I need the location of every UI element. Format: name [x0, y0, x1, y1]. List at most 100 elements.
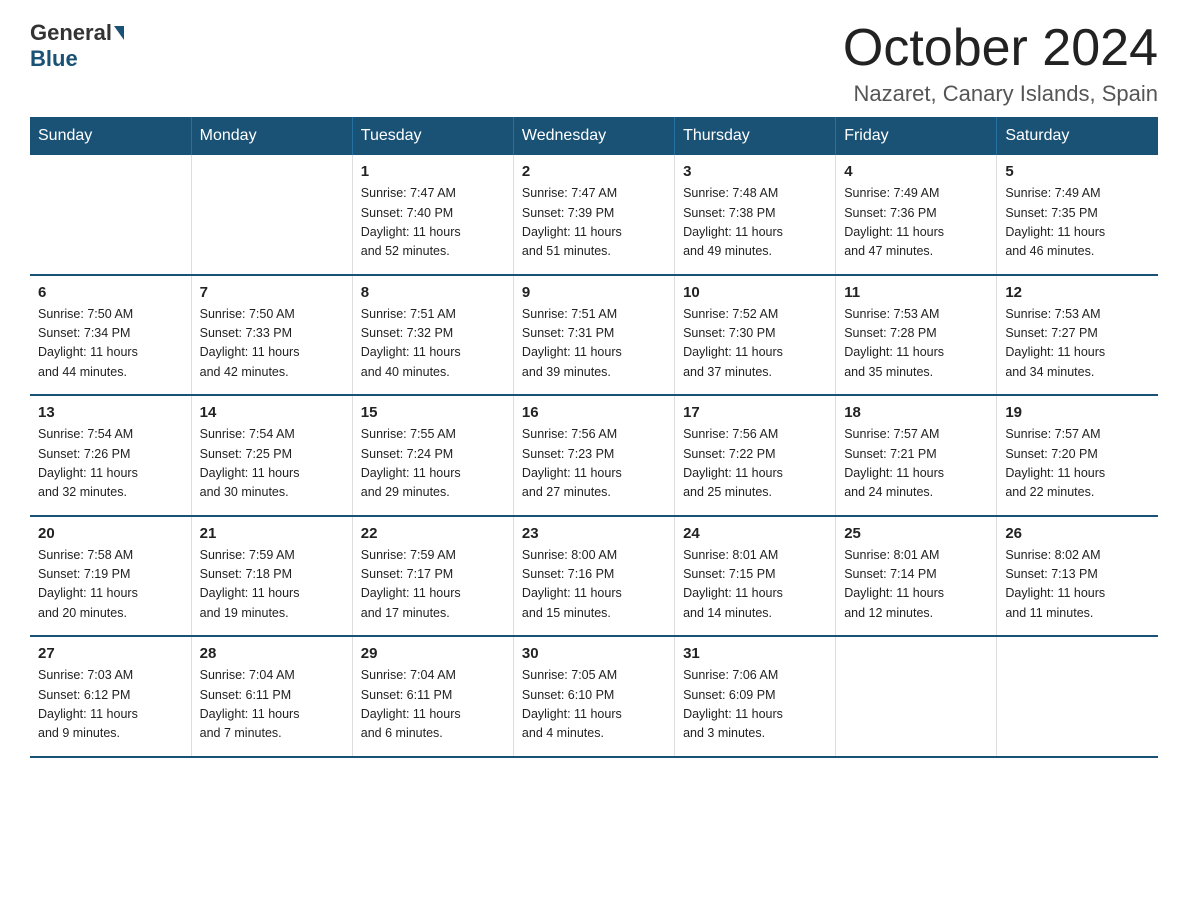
logo-blue-text: Blue [30, 46, 78, 72]
calendar-day-cell: 12 Sunrise: 7:53 AM Sunset: 7:27 PM Dayli… [997, 275, 1158, 396]
weekday-header-tuesday: Tuesday [352, 117, 513, 155]
month-title: October 2024 [843, 20, 1158, 77]
calendar-day-cell: 21 Sunrise: 7:59 AM Sunset: 7:18 PM Dayli… [191, 516, 352, 637]
calendar-week-row: 13Sunrise: 7:54 AM Sunset: 7:26 PM Dayli… [30, 395, 1158, 516]
day-info: Sunrise: 7:48 AM Sunset: 7:38 PM Dayligh… [683, 184, 827, 262]
day-info: Sunrise: 7:56 AM Sunset: 7:22 PM Dayligh… [683, 425, 827, 503]
calendar-day-cell: 10 Sunrise: 7:52 AM Sunset: 7:30 PM Dayli… [675, 275, 836, 396]
calendar-week-row: 1 Sunrise: 7:47 AM Sunset: 7:40 PM Daylig… [30, 155, 1158, 275]
calendar-week-row: 6 Sunrise: 7:50 AM Sunset: 7:34 PM Daylig… [30, 275, 1158, 396]
calendar-day-cell: 30 Sunrise: 7:05 AM Sunset: 6:10 PM Dayli… [513, 636, 674, 757]
calendar-day-cell: 17Sunrise: 7:56 AM Sunset: 7:22 PM Dayli… [675, 395, 836, 516]
day-info: Sunrise: 7:53 AM Sunset: 7:28 PM Dayligh… [844, 305, 988, 383]
day-info: Sunrise: 7:05 AM Sunset: 6:10 PM Dayligh… [522, 666, 666, 744]
calendar-day-cell: 19 Sunrise: 7:57 AM Sunset: 7:20 PM Dayli… [997, 395, 1158, 516]
day-info: Sunrise: 7:54 AM Sunset: 7:26 PM Dayligh… [38, 425, 183, 503]
day-number: 23 [522, 525, 666, 542]
calendar-day-cell: 5Sunrise: 7:49 AM Sunset: 7:35 PM Daylig… [997, 155, 1158, 275]
calendar-day-cell: 28Sunrise: 7:04 AM Sunset: 6:11 PM Dayli… [191, 636, 352, 757]
day-number: 31 [683, 645, 827, 662]
day-number: 16 [522, 404, 666, 421]
calendar-day-cell: 4 Sunrise: 7:49 AM Sunset: 7:36 PM Daylig… [836, 155, 997, 275]
calendar-day-cell: 15Sunrise: 7:55 AM Sunset: 7:24 PM Dayli… [352, 395, 513, 516]
day-info: Sunrise: 7:04 AM Sunset: 6:11 PM Dayligh… [200, 666, 344, 744]
calendar-week-row: 20Sunrise: 7:58 AM Sunset: 7:19 PM Dayli… [30, 516, 1158, 637]
calendar-day-cell: 22Sunrise: 7:59 AM Sunset: 7:17 PM Dayli… [352, 516, 513, 637]
day-number: 2 [522, 163, 666, 180]
day-info: Sunrise: 7:53 AM Sunset: 7:27 PM Dayligh… [1005, 305, 1150, 383]
calendar-empty-cell [997, 636, 1158, 757]
calendar-day-cell: 3 Sunrise: 7:48 AM Sunset: 7:38 PM Daylig… [675, 155, 836, 275]
day-info: Sunrise: 7:03 AM Sunset: 6:12 PM Dayligh… [38, 666, 183, 744]
weekday-header-monday: Monday [191, 117, 352, 155]
day-number: 9 [522, 284, 666, 301]
day-info: Sunrise: 7:56 AM Sunset: 7:23 PM Dayligh… [522, 425, 666, 503]
day-number: 27 [38, 645, 183, 662]
weekday-header-wednesday: Wednesday [513, 117, 674, 155]
calendar-day-cell: 6 Sunrise: 7:50 AM Sunset: 7:34 PM Daylig… [30, 275, 191, 396]
calendar-day-cell: 14 Sunrise: 7:54 AM Sunset: 7:25 PM Dayli… [191, 395, 352, 516]
day-info: Sunrise: 7:57 AM Sunset: 7:21 PM Dayligh… [844, 425, 988, 503]
day-number: 1 [361, 163, 505, 180]
calendar-day-cell: 24Sunrise: 8:01 AM Sunset: 7:15 PM Dayli… [675, 516, 836, 637]
calendar-day-cell: 27 Sunrise: 7:03 AM Sunset: 6:12 PM Dayli… [30, 636, 191, 757]
day-number: 3 [683, 163, 827, 180]
calendar-day-cell: 25 Sunrise: 8:01 AM Sunset: 7:14 PM Dayli… [836, 516, 997, 637]
day-info: Sunrise: 8:01 AM Sunset: 7:14 PM Dayligh… [844, 546, 988, 624]
weekday-header-row: SundayMondayTuesdayWednesdayThursdayFrid… [30, 117, 1158, 155]
day-number: 25 [844, 525, 988, 542]
calendar-empty-cell [836, 636, 997, 757]
day-number: 21 [200, 525, 344, 542]
day-info: Sunrise: 7:50 AM Sunset: 7:33 PM Dayligh… [200, 305, 344, 383]
calendar-day-cell: 11 Sunrise: 7:53 AM Sunset: 7:28 PM Dayli… [836, 275, 997, 396]
day-info: Sunrise: 7:06 AM Sunset: 6:09 PM Dayligh… [683, 666, 827, 744]
calendar-day-cell: 2Sunrise: 7:47 AM Sunset: 7:39 PM Daylig… [513, 155, 674, 275]
day-info: Sunrise: 7:49 AM Sunset: 7:36 PM Dayligh… [844, 184, 988, 262]
day-info: Sunrise: 7:51 AM Sunset: 7:32 PM Dayligh… [361, 305, 505, 383]
day-info: Sunrise: 8:02 AM Sunset: 7:13 PM Dayligh… [1005, 546, 1150, 624]
day-info: Sunrise: 8:01 AM Sunset: 7:15 PM Dayligh… [683, 546, 827, 624]
location-title: Nazaret, Canary Islands, Spain [843, 81, 1158, 107]
day-number: 26 [1005, 525, 1150, 542]
day-number: 30 [522, 645, 666, 662]
weekday-header-thursday: Thursday [675, 117, 836, 155]
calendar-day-cell: 29 Sunrise: 7:04 AM Sunset: 6:11 PM Dayli… [352, 636, 513, 757]
calendar-day-cell: 23 Sunrise: 8:00 AM Sunset: 7:16 PM Dayli… [513, 516, 674, 637]
day-info: Sunrise: 7:47 AM Sunset: 7:40 PM Dayligh… [361, 184, 505, 262]
calendar-day-cell: 20Sunrise: 7:58 AM Sunset: 7:19 PM Dayli… [30, 516, 191, 637]
calendar-day-cell: 26 Sunrise: 8:02 AM Sunset: 7:13 PM Dayli… [997, 516, 1158, 637]
calendar-day-cell: 8 Sunrise: 7:51 AM Sunset: 7:32 PM Daylig… [352, 275, 513, 396]
day-info: Sunrise: 7:59 AM Sunset: 7:18 PM Dayligh… [200, 546, 344, 624]
day-info: Sunrise: 7:54 AM Sunset: 7:25 PM Dayligh… [200, 425, 344, 503]
page-header: General Blue October 2024 Nazaret, Canar… [30, 20, 1158, 107]
calendar-day-cell: 1 Sunrise: 7:47 AM Sunset: 7:40 PM Daylig… [352, 155, 513, 275]
day-number: 11 [844, 284, 988, 301]
day-number: 12 [1005, 284, 1150, 301]
day-number: 4 [844, 163, 988, 180]
calendar-day-cell: 18Sunrise: 7:57 AM Sunset: 7:21 PM Dayli… [836, 395, 997, 516]
weekday-header-sunday: Sunday [30, 117, 191, 155]
day-info: Sunrise: 7:57 AM Sunset: 7:20 PM Dayligh… [1005, 425, 1150, 503]
calendar-day-cell: 7 Sunrise: 7:50 AM Sunset: 7:33 PM Daylig… [191, 275, 352, 396]
day-info: Sunrise: 8:00 AM Sunset: 7:16 PM Dayligh… [522, 546, 666, 624]
title-section: October 2024 Nazaret, Canary Islands, Sp… [843, 20, 1158, 107]
calendar-empty-cell [30, 155, 191, 275]
calendar-empty-cell [191, 155, 352, 275]
day-number: 19 [1005, 404, 1150, 421]
logo: General Blue [30, 20, 126, 72]
day-number: 10 [683, 284, 827, 301]
day-number: 8 [361, 284, 505, 301]
day-info: Sunrise: 7:50 AM Sunset: 7:34 PM Dayligh… [38, 305, 183, 383]
day-number: 7 [200, 284, 344, 301]
day-info: Sunrise: 7:55 AM Sunset: 7:24 PM Dayligh… [361, 425, 505, 503]
logo-general-text: General [30, 20, 112, 46]
day-info: Sunrise: 7:49 AM Sunset: 7:35 PM Dayligh… [1005, 184, 1150, 262]
day-number: 14 [200, 404, 344, 421]
day-info: Sunrise: 7:04 AM Sunset: 6:11 PM Dayligh… [361, 666, 505, 744]
day-info: Sunrise: 7:52 AM Sunset: 7:30 PM Dayligh… [683, 305, 827, 383]
logo-arrow-icon [114, 26, 124, 40]
weekday-header-saturday: Saturday [997, 117, 1158, 155]
day-number: 29 [361, 645, 505, 662]
day-number: 6 [38, 284, 183, 301]
day-info: Sunrise: 7:59 AM Sunset: 7:17 PM Dayligh… [361, 546, 505, 624]
